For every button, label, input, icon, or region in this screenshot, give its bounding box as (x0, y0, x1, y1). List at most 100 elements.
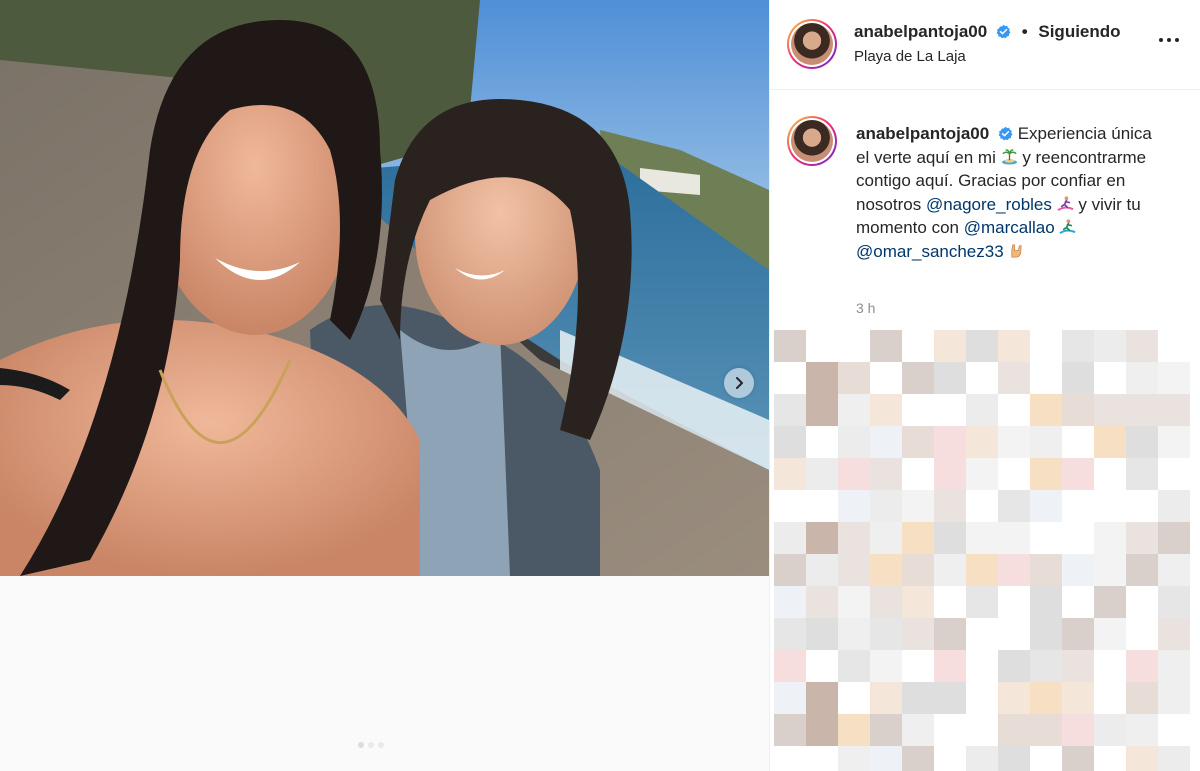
caption-username[interactable]: anabelpantoja00 (856, 124, 989, 143)
post-photo[interactable] (0, 0, 769, 576)
blur-pixel (902, 554, 934, 586)
header-user-line: anabelpantoja00 • Siguiendo (854, 22, 1121, 42)
blur-pixel (774, 458, 806, 490)
blur-pixel (902, 714, 934, 746)
rock-hand-emoji-icon (1011, 243, 1023, 257)
blur-pixel (902, 490, 934, 522)
blur-pixel (838, 586, 870, 618)
blur-pixel (774, 714, 806, 746)
blur-pixel (1030, 586, 1062, 618)
beach-selfie-image (0, 0, 769, 576)
verified-badge-icon (996, 24, 1011, 39)
blur-pixel (870, 522, 902, 554)
blur-pixel (870, 490, 902, 522)
blur-pixel (774, 618, 806, 650)
blur-pixel (1094, 522, 1126, 554)
blur-pixel (1094, 330, 1126, 362)
blur-pixel (934, 426, 966, 458)
blur-pixel (1030, 618, 1062, 650)
post-side-panel: anabelpantoja00 • Siguiendo Playa de La … (769, 0, 1200, 771)
blur-pixel (774, 554, 806, 586)
blur-pixel (998, 522, 1030, 554)
blur-pixel (870, 682, 902, 714)
blur-pixel (966, 554, 998, 586)
blur-pixel (838, 394, 870, 426)
blur-pixel (870, 586, 902, 618)
blur-pixel (1094, 714, 1126, 746)
blur-pixel (934, 554, 966, 586)
blur-pixel (838, 746, 870, 771)
blur-pixel (1030, 650, 1062, 682)
blur-pixel (774, 426, 806, 458)
avatar[interactable] (787, 19, 837, 69)
following-button[interactable]: Siguiendo (1038, 22, 1120, 41)
more-options-icon[interactable] (1159, 38, 1179, 42)
pixelated-comments (774, 330, 1190, 771)
blur-pixel (998, 650, 1030, 682)
post-header: anabelpantoja00 • Siguiendo Playa de La … (770, 0, 1200, 90)
location-link[interactable]: Playa de La Laja (854, 48, 966, 65)
blur-pixel (1126, 362, 1158, 394)
blur-pixel (934, 330, 966, 362)
blur-pixel (774, 682, 806, 714)
next-photo-button[interactable] (724, 368, 754, 398)
mention-link[interactable]: @omar_sanchez33 (856, 242, 1004, 261)
blur-pixel (1030, 394, 1062, 426)
comments-section-pixelated (770, 330, 1200, 771)
blur-pixel (902, 586, 934, 618)
blur-pixel (1094, 554, 1126, 586)
blur-pixel (806, 586, 838, 618)
blur-pixel (1158, 394, 1190, 426)
blur-pixel (838, 554, 870, 586)
blur-pixel (774, 650, 806, 682)
blur-pixel (1126, 394, 1158, 426)
blur-pixel (998, 426, 1030, 458)
blur-pixel (934, 490, 966, 522)
blur-pixel (934, 522, 966, 554)
username-link[interactable]: anabelpantoja00 (854, 22, 987, 41)
blur-pixel (1062, 330, 1094, 362)
blur-pixel (902, 522, 934, 554)
blur-pixel (806, 394, 838, 426)
blur-pixel (966, 586, 998, 618)
blur-pixel (1158, 650, 1190, 682)
blur-pixel (1126, 682, 1158, 714)
mention-link[interactable]: @marcallao (964, 218, 1055, 237)
blur-pixel (774, 330, 806, 362)
blur-pixel (966, 746, 998, 771)
blur-pixel (998, 682, 1030, 714)
blur-pixel (934, 650, 966, 682)
blur-pixel (870, 714, 902, 746)
blur-pixel (806, 618, 838, 650)
blur-pixel (806, 522, 838, 554)
mention-link[interactable]: @nagore_robles (926, 195, 1052, 214)
carousel-dot-active (358, 742, 364, 748)
profile-picture (791, 23, 833, 65)
island-emoji-icon (1001, 148, 1017, 165)
blur-pixel (1126, 714, 1158, 746)
blur-pixel (1030, 490, 1062, 522)
instagram-post-view: anabelpantoja00 • Siguiendo Playa de La … (0, 0, 1200, 771)
blur-pixel (1094, 426, 1126, 458)
blur-pixel (1062, 394, 1094, 426)
blur-pixel (966, 458, 998, 490)
blur-pixel (870, 554, 902, 586)
chevron-right-icon (736, 377, 743, 389)
media-background (0, 576, 769, 771)
avatar[interactable] (787, 116, 837, 166)
blur-pixel (870, 330, 902, 362)
blur-pixel (1062, 746, 1094, 771)
blur-pixel (806, 458, 838, 490)
blur-pixel (1030, 554, 1062, 586)
blur-pixel (870, 394, 902, 426)
blur-pixel (1126, 554, 1158, 586)
blur-pixel (1126, 522, 1158, 554)
blur-pixel (1062, 618, 1094, 650)
blur-pixel (1030, 426, 1062, 458)
blur-pixel (1126, 650, 1158, 682)
blur-pixel (998, 714, 1030, 746)
blur-pixel (934, 458, 966, 490)
blur-pixel (1030, 682, 1062, 714)
blur-pixel (806, 554, 838, 586)
blur-pixel (838, 426, 870, 458)
